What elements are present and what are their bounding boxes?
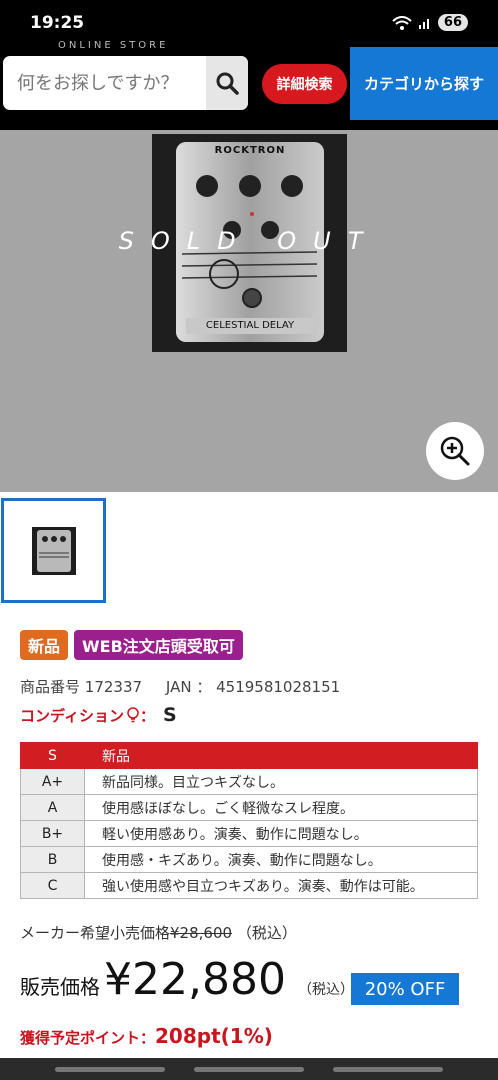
store-logo-text: ONLINE STORE (58, 40, 169, 48)
zoom-button[interactable] (426, 422, 484, 480)
jan-label: JAN ： (165, 678, 212, 696)
maker-tax: （税込） (236, 924, 297, 942)
maker-price-row: メーカー希望小売価格¥28,600 （税込） (20, 922, 297, 943)
product-meta: 商品番号 172337 JAN ： 4519581028151 (20, 676, 340, 697)
grade-desc: 使用感ほぼなし。ごく軽微なスレ程度。 (84, 794, 478, 821)
product-image-area: ROCKTRON CELESTIAL DELAY SOLD OUT (0, 130, 498, 492)
search-input[interactable] (3, 56, 208, 110)
discount-badge: 20% OFF (351, 973, 459, 1005)
badge-list: 新品 WEB注文店頭受取可 (20, 630, 243, 660)
points-row: 獲得予定ポイント：208pt(1%) (20, 1024, 273, 1048)
detail-search-button[interactable]: 詳細検索 (262, 64, 347, 104)
site-header: ONLINE STORE 詳細検索 カテゴリから探す (0, 40, 498, 130)
product-thumbnail[interactable] (1, 498, 106, 603)
category-search-button[interactable]: カテゴリから探す (350, 47, 498, 120)
sale-price-row: 販売価格 ¥22,880 （税込） (20, 954, 354, 1005)
condition-row: コンディション ： S (20, 704, 177, 726)
condition-value: S (162, 704, 177, 726)
search-button[interactable] (206, 56, 248, 110)
grade-cell: C (20, 872, 85, 899)
status-time: 19:25 (30, 13, 85, 33)
table-row: A 使用感ほぼなし。ごく軽微なスレ程度。 (20, 794, 478, 821)
jan-code: 4519581028151 (216, 678, 341, 696)
maker-price-label: メーカー希望小売価格 (20, 924, 171, 942)
nav-home-handle[interactable] (194, 1067, 304, 1072)
sale-tax: （税込） (297, 982, 354, 998)
zoom-in-icon (440, 436, 470, 466)
status-icons: 66 (392, 14, 468, 31)
nav-recent-handle[interactable] (333, 1067, 443, 1072)
condition-label: コンディション (20, 706, 124, 725)
signal-icon (418, 18, 429, 29)
grade-cell: S (20, 742, 85, 769)
grade-desc: 新品同様。目立つキズなし。 (84, 768, 478, 795)
web-pickup-badge: WEB注文店頭受取可 (74, 630, 243, 660)
sold-out-overlay: SOLD OUT (118, 227, 380, 255)
pedal-brand: ROCKTRON (214, 145, 286, 156)
system-nav-bar (0, 1058, 498, 1080)
grade-cell: B (20, 846, 85, 873)
nav-back-handle[interactable] (55, 1067, 165, 1072)
grade-desc: 新品 (84, 742, 478, 769)
points-label: 獲得予定ポイント： (20, 1029, 156, 1047)
grade-cell: B+ (20, 820, 85, 847)
table-row: C 強い使用感や目立つキズあり。演奏、動作は可能。 (20, 872, 478, 899)
grade-desc: 軽い使用感あり。演奏、動作に問題なし。 (84, 820, 478, 847)
condition-separator: ： (139, 706, 155, 725)
grade-desc: 使用感・キズあり。演奏、動作に問題なし。 (84, 846, 478, 873)
thumbnail-image (31, 526, 76, 575)
item-number-label: 商品番号 (20, 678, 81, 696)
search-icon (216, 72, 239, 95)
table-row: A+ 新品同様。目立つキズなし。 (20, 768, 478, 795)
battery-icon: 66 (437, 14, 468, 31)
condition-grade-table: S 新品 A+ 新品同様。目立つキズなし。 A 使用感ほぼなし。ごく軽微なスレ程… (20, 742, 478, 899)
new-badge: 新品 (20, 630, 69, 660)
wifi-icon (392, 15, 412, 30)
sale-price-label: 販売価格 (20, 975, 100, 999)
maker-price: ¥28,600 (170, 924, 233, 942)
sale-price: ¥22,880 (104, 954, 286, 1005)
grade-cell: A+ (20, 768, 85, 795)
table-row: B+ 軽い使用感あり。演奏、動作に問題なし。 (20, 820, 478, 847)
table-row: S 新品 (20, 742, 478, 769)
points-value: 208pt(1%) (155, 1024, 273, 1048)
lightbulb-icon[interactable] (126, 707, 140, 723)
grade-cell: A (20, 794, 85, 821)
pedal-name: CELESTIAL DELAY (205, 320, 295, 331)
table-row: B 使用感・キズあり。演奏、動作に問題なし。 (20, 846, 478, 873)
status-bar: 19:25 66 (0, 0, 498, 42)
item-number: 172337 (84, 678, 143, 696)
grade-desc: 強い使用感や目立つキズあり。演奏、動作は可能。 (84, 872, 478, 899)
search-box (3, 56, 248, 110)
